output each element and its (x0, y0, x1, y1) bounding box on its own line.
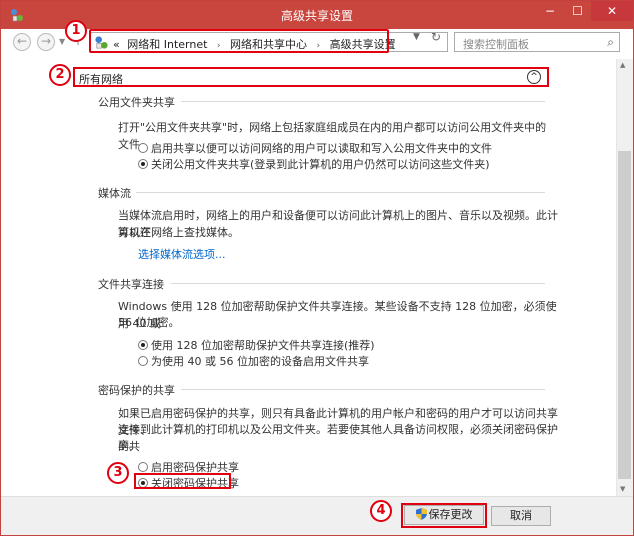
radio-public-off[interactable]: 关闭公用文件夹共享(登录到此计算机的用户仍然可以访问这些文件夹) (138, 156, 490, 172)
callout-3: 3 (107, 462, 129, 484)
callout-1: 1 (65, 20, 87, 42)
maximize-button[interactable]: ☐ (564, 1, 591, 21)
arrow-left-icon: ← (16, 34, 28, 48)
file-sharing-heading: 文件共享连接 (98, 278, 164, 291)
window: 高级共享设置 − ☐ ✕ ← → ▼ ↑ « 网络和 Internet › 网络… (0, 0, 634, 536)
radio-button[interactable] (138, 340, 148, 350)
radio-label: 关闭公用文件夹共享(登录到此计算机的用户仍然可以访问这些文件夹) (151, 158, 490, 171)
search-icon[interactable]: ⌕ (607, 35, 614, 50)
cancel-button[interactable]: 取消 (491, 506, 551, 526)
title-bar[interactable]: 高级共享设置 − ☐ ✕ (1, 1, 633, 29)
refresh-icon[interactable]: ↻ (431, 30, 441, 44)
radio-label: 启用共享以便可以访问网络的用户可以读取和写入公用文件夹中的文件 (151, 142, 492, 155)
file-sharing-description-line2: 56 位加密。 (118, 316, 180, 329)
radio-button[interactable] (138, 143, 148, 153)
arrow-right-icon: → (40, 34, 52, 48)
radio-label: 为使用 40 或 56 位加密的设备启用文件共享 (151, 355, 369, 368)
close-button[interactable]: ✕ (591, 1, 633, 21)
save-highlight-box (401, 503, 487, 528)
address-highlight-box (89, 29, 389, 53)
callout-2: 2 (49, 64, 71, 86)
chevron-down-icon[interactable]: ▼ (59, 37, 65, 46)
search-placeholder: 搜索控制面板 (463, 38, 529, 51)
media-heading: 媒体流 (98, 187, 131, 200)
password-heading: 密码保护的共享 (98, 384, 175, 397)
divider (181, 101, 545, 102)
radio-button[interactable] (138, 159, 148, 169)
search-input[interactable]: 搜索控制面板 ⌕ (454, 32, 620, 52)
public-folder-heading: 公用文件夹共享 (98, 96, 175, 109)
radio-button[interactable] (138, 356, 148, 366)
media-options-link[interactable]: 选择媒体流选项... (138, 246, 226, 262)
scroll-down-icon[interactable]: ▼ (620, 485, 625, 493)
chevron-down-icon[interactable]: ▼ (413, 32, 420, 42)
media-description-line2: 可以在网络上查找媒体。 (118, 226, 239, 239)
scroll-thumb[interactable] (618, 151, 631, 479)
divider (171, 283, 545, 284)
divider (181, 389, 545, 390)
radio-label: 使用 128 位加密帮助保护文件共享连接(推荐) (151, 339, 375, 352)
minimize-button[interactable]: − (536, 1, 564, 21)
forward-button[interactable]: → (37, 33, 55, 51)
radio-encrypt-128[interactable]: 使用 128 位加密帮助保护文件共享连接(推荐) (138, 337, 375, 353)
password-description-line3: 享。 (118, 439, 140, 452)
radio-encrypt-40-56[interactable]: 为使用 40 或 56 位加密的设备启用文件共享 (138, 353, 369, 369)
radio-button[interactable] (138, 462, 148, 472)
callout-4: 4 (370, 500, 392, 522)
collapse-icon[interactable]: ^ (527, 70, 541, 84)
divider (136, 192, 545, 193)
password-off-highlight-box (134, 473, 231, 489)
back-button[interactable]: ← (13, 33, 31, 51)
radio-public-on[interactable]: 启用共享以便可以访问网络的用户可以读取和写入公用文件夹中的文件 (138, 140, 492, 156)
scroll-up-icon[interactable]: ▲ (620, 61, 625, 69)
section-title: 所有网络 (79, 73, 123, 86)
section-header-all-networks[interactable]: 所有网络 ^ (73, 67, 549, 87)
